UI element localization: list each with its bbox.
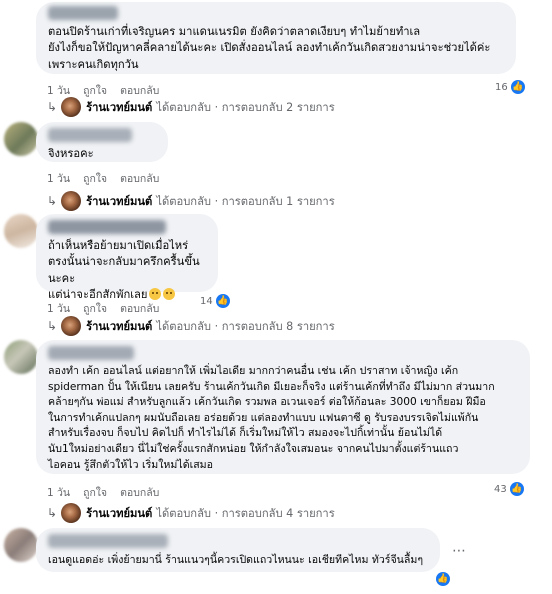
reply-arrow-icon: ↳ xyxy=(47,194,58,208)
page-avatar xyxy=(61,97,82,117)
comment-bubble: ตอนปิดร้านเก่าที่เจริญนคร มาแดนเนรมิต ยั… xyxy=(36,2,516,74)
page-avatar xyxy=(61,316,82,336)
replies-summary: ได้ตอบกลับ · การตอบกลับ 2 รายการ xyxy=(156,101,335,114)
reply-arrow-icon: ↳ xyxy=(47,506,58,520)
view-replies[interactable]: ↳ ร้านเวทย์มนต์ ได้ตอบกลับ · การตอบกลับ … xyxy=(47,316,335,336)
commenter-avatar[interactable] xyxy=(4,340,38,374)
like-icon: 👍 xyxy=(436,572,450,586)
commenter-name-redacted[interactable] xyxy=(48,128,132,142)
comment-text: ลองทำ เค้ก ออนไลน์ แต่อยากให้ เพิ่มไอเดี… xyxy=(48,365,495,471)
comment-text-body: ถ้าเห็นหรือย้ายมาเปิดเมื่อไหร่ ตรงนั้นน่… xyxy=(48,239,200,302)
page-avatar xyxy=(61,503,82,523)
reaction-number: 43 xyxy=(494,483,507,495)
page-name: ร้านเวทย์มนต์ xyxy=(86,320,153,333)
like-icon: 👍 xyxy=(510,80,525,94)
commenter-avatar[interactable] xyxy=(4,528,38,562)
like-icon: 👍 xyxy=(509,482,524,496)
replies-summary: ได้ตอบกลับ · การตอบกลับ 8 รายการ xyxy=(156,320,335,333)
comment-text: ถ้าเห็นหรือย้ายมาเปิดเมื่อไหร่ ตรงนั้นน่… xyxy=(48,238,206,304)
reaction-number: 16 xyxy=(495,81,508,93)
comment-bubble: ถ้าเห็นหรือย้ายมาเปิดเมื่อไหร่ ตรงนั้นน่… xyxy=(36,214,218,301)
view-replies[interactable]: ↳ ร้านเวทย์มนต์ ได้ตอบกลับ · การตอบกลับ … xyxy=(47,503,335,523)
comment-text: เอนดูแอดอ่ะ เพิ่งย้ายมานี่ ร้านแนวๆนี้คว… xyxy=(48,554,424,566)
commenter-name-redacted[interactable] xyxy=(48,346,134,360)
comment-bubble: ลองทำ เค้ก ออนไลน์ แต่อยากให้ เพิ่มไอเดี… xyxy=(36,340,530,474)
commenter-avatar[interactable] xyxy=(4,122,38,156)
comment-actions: 1 วัน ถูกใจ ตอบกลับ xyxy=(47,300,159,317)
comment-time[interactable]: 1 วัน xyxy=(47,170,70,187)
page-name: ร้านเวทย์มนต์ xyxy=(86,507,153,520)
reply-arrow-icon: ↳ xyxy=(47,100,58,114)
comment-actions: 1 วัน ถูกใจ ตอบกลับ xyxy=(47,170,159,187)
comment-time[interactable]: 1 วัน xyxy=(47,484,70,501)
commenter-avatar[interactable] xyxy=(4,214,38,248)
page-name: ร้านเวทย์มนต์ xyxy=(86,101,153,114)
page-avatar xyxy=(61,191,82,211)
sad-face-emoji xyxy=(163,288,176,301)
more-options-icon[interactable]: ⋯ xyxy=(448,540,470,562)
comment-actions: 1 วัน ถูกใจ ตอบกลับ xyxy=(47,484,159,501)
reply-button[interactable]: ตอบกลับ xyxy=(120,484,159,501)
commenter-name-redacted[interactable] xyxy=(48,6,118,20)
reaction-count[interactable]: 14 👍 xyxy=(200,294,230,308)
commenter-name-redacted[interactable] xyxy=(48,534,168,548)
like-button[interactable]: ถูกใจ xyxy=(83,484,107,501)
replies-summary: ได้ตอบกลับ · การตอบกลับ 1 รายการ xyxy=(156,195,335,208)
like-icon: 👍 xyxy=(215,294,230,308)
reaction-count[interactable]: 👍 xyxy=(436,572,450,586)
reply-button[interactable]: ตอบกลับ xyxy=(120,300,159,317)
comment-bubble: เอนดูแอดอ่ะ เพิ่งย้ายมานี่ ร้านแนวๆนี้คว… xyxy=(36,528,440,572)
like-button[interactable]: ถูกใจ xyxy=(83,170,107,187)
replies-summary: ได้ตอบกลับ · การตอบกลับ 4 รายการ xyxy=(156,507,335,520)
reply-button[interactable]: ตอบกลับ xyxy=(120,170,159,187)
comment-time[interactable]: 1 วัน xyxy=(47,300,70,317)
reaction-count[interactable]: 16 👍 xyxy=(495,80,525,94)
page-name: ร้านเวทย์มนต์ xyxy=(86,195,153,208)
comment-bubble: จิงหรอคะ xyxy=(36,122,168,162)
comment-text: จิงหรอคะ xyxy=(48,147,94,160)
comment-text: ตอนปิดร้านเก่าที่เจริญนคร มาแดนเนรมิต ยั… xyxy=(48,25,491,71)
reply-arrow-icon: ↳ xyxy=(47,319,58,333)
commenter-name-redacted[interactable] xyxy=(48,220,166,234)
view-replies[interactable]: ↳ ร้านเวทย์มนต์ ได้ตอบกลับ · การตอบกลับ … xyxy=(47,97,335,117)
sad-face-emoji xyxy=(149,288,162,301)
reaction-count[interactable]: 43 👍 xyxy=(494,482,524,496)
reaction-number: 14 xyxy=(200,295,213,307)
like-button[interactable]: ถูกใจ xyxy=(83,300,107,317)
view-replies[interactable]: ↳ ร้านเวทย์มนต์ ได้ตอบกลับ · การตอบกลับ … xyxy=(47,191,335,211)
